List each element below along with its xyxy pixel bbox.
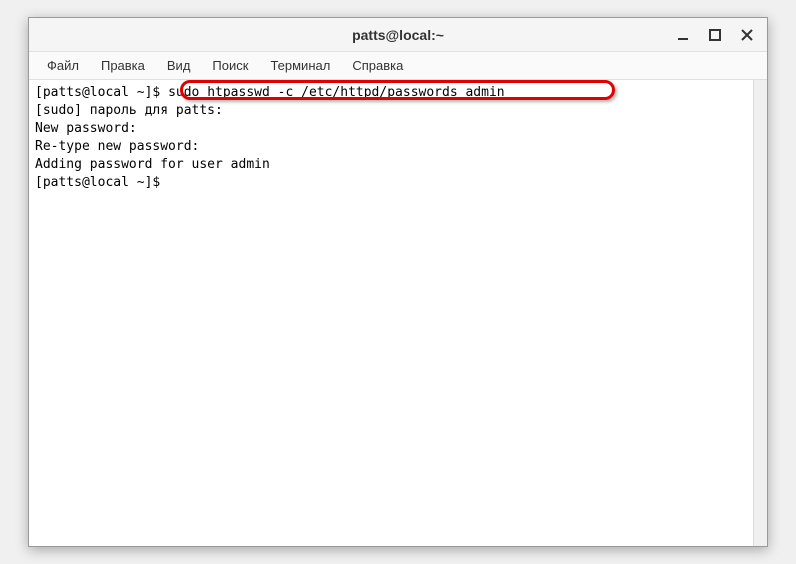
terminal-window: patts@local:~ Файл Правка Вид Поиск Терм… [28, 17, 768, 547]
terminal-line: Adding password for user admin [35, 156, 747, 174]
close-button[interactable] [731, 21, 763, 49]
scrollbar[interactable] [753, 80, 767, 546]
prompt: [patts@local ~]$ [35, 175, 168, 190]
menu-file[interactable]: Файл [37, 54, 89, 77]
terminal-line: Re-type new password: [35, 138, 747, 156]
terminal-line: [sudo] пароль для patts: [35, 102, 747, 120]
menu-edit[interactable]: Правка [91, 54, 155, 77]
terminal-line: [patts@local ~]$ sudo htpasswd -c /etc/h… [35, 84, 747, 102]
close-icon [741, 29, 753, 41]
menu-help[interactable]: Справка [342, 54, 413, 77]
menu-view[interactable]: Вид [157, 54, 201, 77]
minimize-icon [677, 29, 689, 41]
menu-search[interactable]: Поиск [202, 54, 258, 77]
menu-terminal[interactable]: Терминал [260, 54, 340, 77]
window-controls [667, 21, 763, 49]
menubar: Файл Правка Вид Поиск Терминал Справка [29, 52, 767, 80]
minimize-button[interactable] [667, 21, 699, 49]
titlebar: patts@local:~ [29, 18, 767, 52]
terminal-line: [patts@local ~]$ [35, 174, 747, 192]
terminal-output[interactable]: [patts@local ~]$ sudo htpasswd -c /etc/h… [29, 80, 753, 546]
maximize-button[interactable] [699, 21, 731, 49]
maximize-icon [709, 29, 721, 41]
command: sudo htpasswd -c /etc/httpd/passwords ad… [168, 85, 505, 100]
terminal-line: New password: [35, 120, 747, 138]
prompt: [patts@local ~]$ [35, 85, 168, 100]
window-title: patts@local:~ [352, 27, 444, 43]
terminal-wrap: [patts@local ~]$ sudo htpasswd -c /etc/h… [29, 80, 767, 546]
